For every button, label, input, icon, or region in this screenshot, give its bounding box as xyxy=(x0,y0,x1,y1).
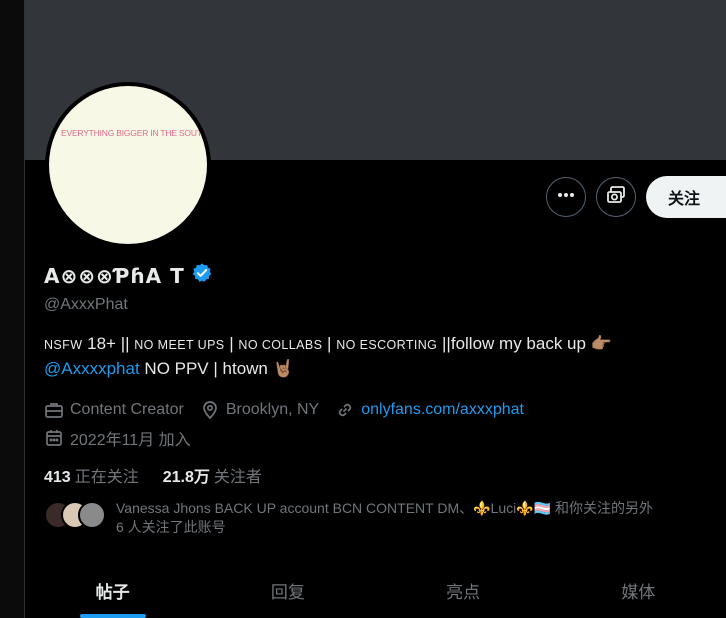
location-item: Brooklyn, NY xyxy=(200,400,319,420)
tab-posts[interactable]: 帖子 xyxy=(25,563,200,618)
location-label: Brooklyn, NY xyxy=(225,401,320,418)
more-button[interactable] xyxy=(545,177,586,217)
follow-button[interactable]: 关注 xyxy=(645,176,726,218)
avatar xyxy=(78,501,106,529)
followers-count[interactable]: 21.8万 关注者 xyxy=(163,463,262,487)
website-item[interactable]: onlyfans.com/axxxphat xyxy=(335,400,524,420)
following-count[interactable]: 413 正在关注 xyxy=(44,463,139,487)
more-horizontal-icon xyxy=(556,185,576,210)
mutual-avatars xyxy=(44,499,110,529)
bio-text: ||follow my back up 👉🏽 xyxy=(437,334,612,353)
location-pin-icon xyxy=(202,401,217,420)
bio-text: | xyxy=(322,334,337,353)
profile-avatar[interactable]: EVERYTHING BIGGER IN THE SOUTH xyxy=(45,82,211,248)
follow-counts: 413 正在关注 21.8万 关注者 xyxy=(44,463,262,487)
display-name: A⊗⊗⊗ƤɦA T xyxy=(44,263,185,288)
website-link[interactable]: onlyfans.com/axxxphat xyxy=(361,401,524,419)
joined-item: 2022年11月 加入 xyxy=(44,426,191,450)
category-label: Content Creator xyxy=(70,401,184,418)
bio-text: | xyxy=(224,334,239,353)
tab-highlights[interactable]: 亮点 xyxy=(376,563,551,618)
subscribe-button[interactable] xyxy=(595,177,636,217)
money-icon xyxy=(605,184,627,211)
name-row: A⊗⊗⊗ƤɦA T xyxy=(44,262,213,289)
tab-media[interactable]: 媒体 xyxy=(551,563,726,618)
followed-by-text: Vanessa Jhons BACK UP account BCN CONTEN… xyxy=(116,500,653,535)
calendar-icon xyxy=(46,430,62,446)
left-nav-rail xyxy=(0,0,25,618)
joined-label: 2022年11月 加入 xyxy=(70,432,191,449)
bio-text: NO MEET UPS xyxy=(134,338,225,352)
profile-tabs: 帖子 回复 亮点 媒体 xyxy=(25,563,726,618)
category-item: Content Creator xyxy=(44,400,184,420)
bio-text: NSFW xyxy=(44,338,83,352)
profile-bio: NSFW 18+ || NO MEET UPS | NO COLLABS | N… xyxy=(44,332,704,381)
profile-actions: 关注 xyxy=(545,176,726,218)
bio-text: NO PPV | htown 🤘🏽 xyxy=(139,359,294,378)
bio-text: NO COLLABS xyxy=(238,338,323,352)
followers-you-know[interactable]: Vanessa Jhons BACK UP account BCN CONTEN… xyxy=(44,499,726,537)
profile-meta: Content Creator Brooklyn, NY onlyfans.co… xyxy=(44,397,540,453)
avatar-image: EVERYTHING BIGGER IN THE SOUTH xyxy=(49,86,207,244)
bio-text: NO ESCORTING xyxy=(336,338,438,352)
briefcase-icon xyxy=(45,403,63,418)
verified-badge-icon[interactable] xyxy=(191,262,213,289)
tab-replies[interactable]: 回复 xyxy=(200,563,375,618)
link-icon xyxy=(339,403,352,417)
bio-text: 18+ || xyxy=(82,334,135,353)
profile-handle: @AxxxPhat xyxy=(44,296,128,313)
avatar-caption: EVERYTHING BIGGER IN THE SOUTH xyxy=(61,128,207,138)
active-tab-indicator xyxy=(79,614,146,618)
bio-mention-link[interactable]: @Axxxxphat xyxy=(44,359,140,378)
